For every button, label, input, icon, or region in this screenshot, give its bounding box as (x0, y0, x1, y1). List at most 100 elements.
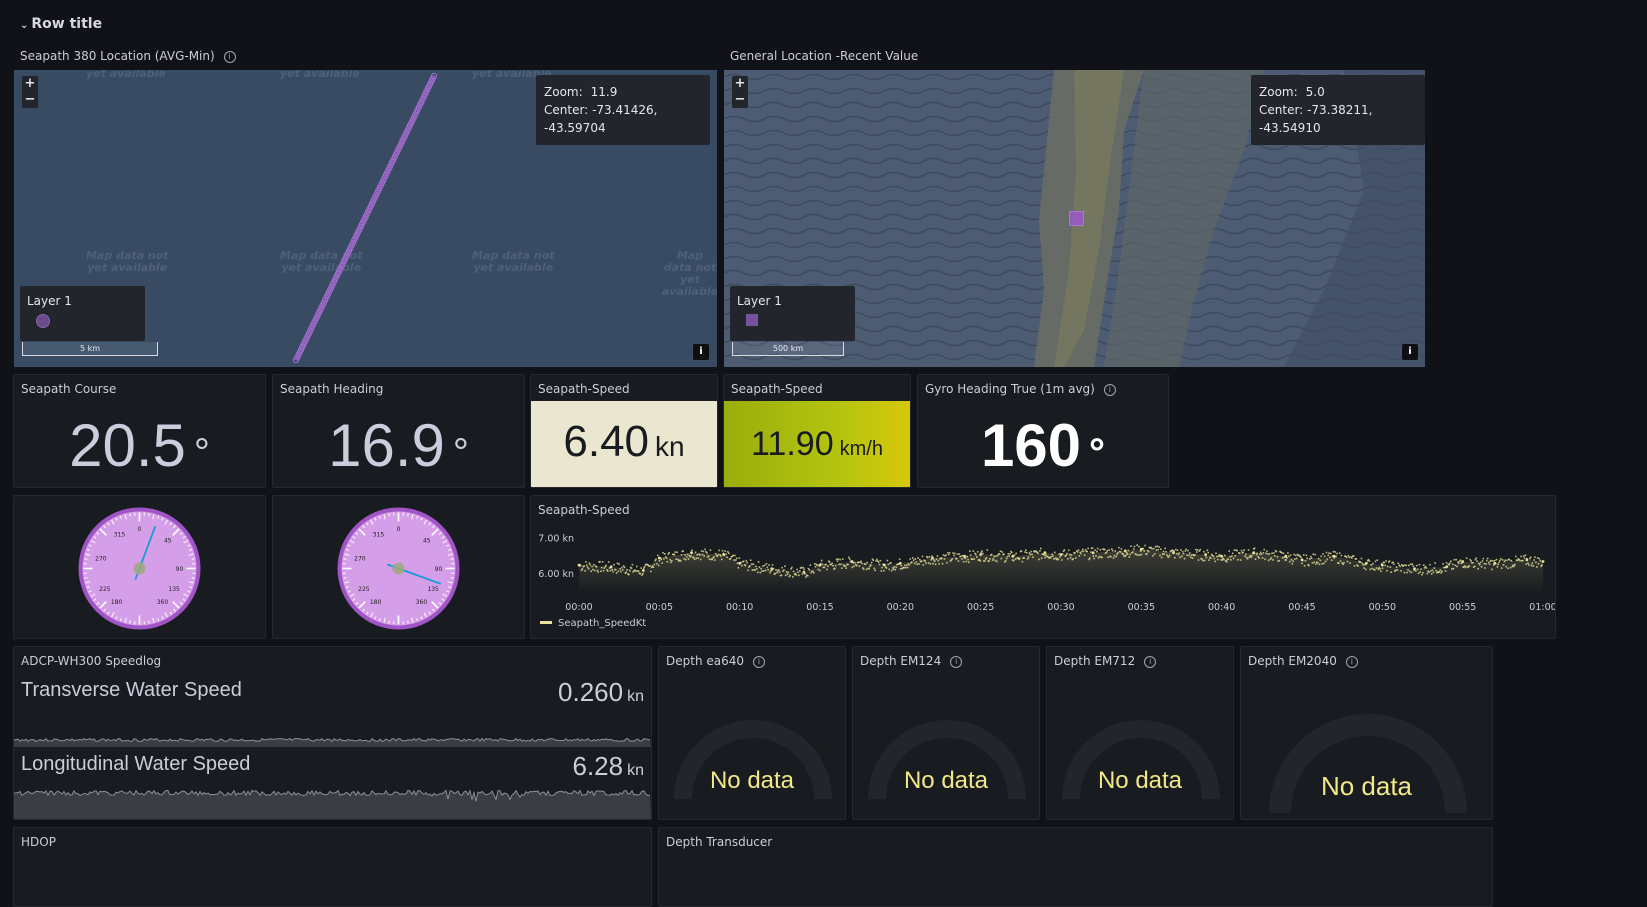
data-point (1022, 561, 1024, 563)
zoom-out-button[interactable]: − (732, 92, 748, 108)
zoom-out-button[interactable]: − (22, 92, 38, 108)
hdop-panel[interactable]: HDOP (13, 827, 652, 907)
data-point (615, 569, 617, 571)
info-icon[interactable]: i (950, 656, 962, 668)
data-point (1418, 573, 1420, 575)
info-icon[interactable]: i (1144, 656, 1156, 668)
stat-value: 20.5° (14, 411, 265, 480)
series-point (722, 553, 725, 556)
data-point (973, 550, 975, 552)
data-point (1449, 562, 1451, 564)
map-scale-bar: 500 km (732, 342, 844, 356)
compass-panel-course[interactable]: 04590135360180225270315 (13, 495, 266, 639)
data-point (1214, 561, 1216, 563)
attribution-button[interactable]: i (693, 344, 709, 360)
zoom-in-button[interactable]: + (22, 76, 38, 92)
data-point (1372, 563, 1374, 565)
data-point (1185, 550, 1187, 552)
data-point (643, 567, 645, 569)
row-title[interactable]: ⌄Row title (20, 16, 102, 32)
stat-seapath-speed-kmh[interactable]: Seapath-Speed 11.90km/h (723, 374, 911, 488)
data-point (1074, 552, 1076, 554)
data-point (1163, 551, 1165, 553)
series-point (899, 562, 902, 565)
vessel-position-marker[interactable] (1069, 211, 1084, 226)
data-point (1505, 566, 1507, 568)
data-point (1295, 555, 1297, 557)
timeseries-seapath-speed[interactable]: Seapath-Speed 6.00 kn7.00 kn00:0000:0500… (530, 495, 1556, 639)
info-icon[interactable]: i (1346, 656, 1358, 668)
data-point (802, 573, 804, 575)
info-icon[interactable]: i (224, 51, 236, 63)
data-point (1320, 556, 1322, 558)
data-point (988, 560, 990, 562)
data-point (1434, 567, 1436, 569)
data-point (1157, 549, 1159, 551)
data-point (591, 566, 593, 568)
data-point (824, 567, 826, 569)
gauge-depth-em2040[interactable]: Depth EM2040i No data (1240, 646, 1493, 820)
data-point (620, 571, 622, 573)
series-point (770, 567, 773, 570)
data-point (1492, 560, 1494, 562)
panel-title-map2: General Location -Recent Value (730, 49, 918, 63)
data-point (784, 565, 786, 567)
map-general-location[interactable]: + − Zoom:5.0 Center: -73.38211, -43.5491… (724, 70, 1425, 367)
data-point (1313, 553, 1315, 555)
stat-seapath-heading[interactable]: Seapath Heading 16.9° (272, 374, 525, 488)
attribution-button[interactable]: i (1402, 344, 1418, 360)
data-point (600, 571, 602, 573)
stat-seapath-speed-kn[interactable]: Seapath-Speed 6.40kn (530, 374, 718, 488)
data-point (1533, 565, 1535, 567)
data-point (1522, 560, 1524, 562)
data-point (1178, 552, 1180, 554)
legend-label: Seapath_SpeedKt (558, 618, 646, 629)
chart-legend[interactable]: Seapath_SpeedKt (540, 618, 646, 629)
series-point (1461, 560, 1464, 563)
data-point (1195, 549, 1197, 551)
data-point (700, 559, 702, 561)
stat-seapath-course[interactable]: Seapath Course 20.5° (13, 374, 266, 488)
adcp-speedlog-panel[interactable]: ADCP-WH300 Speedlog Transverse Water Spe… (13, 646, 652, 820)
data-point (845, 567, 847, 569)
zoom-in-button[interactable]: + (732, 76, 748, 92)
data-point (1011, 552, 1013, 554)
data-point (869, 566, 871, 568)
info-icon[interactable]: i (753, 656, 765, 668)
stat-gyro-heading[interactable]: Gyro Heading True (1m avg)i 160° (917, 374, 1169, 488)
data-point (887, 560, 889, 562)
gauge-depth-em124[interactable]: Depth EM124i No data (852, 646, 1040, 820)
data-point (1001, 551, 1003, 553)
data-point (1342, 564, 1344, 566)
data-point (1453, 568, 1455, 570)
x-tick-label: 00:20 (887, 602, 914, 613)
data-point (1114, 555, 1116, 557)
gauge-depth-ea640[interactable]: Depth ea640i No data (658, 646, 846, 820)
data-point (834, 568, 836, 570)
data-point (1160, 548, 1162, 550)
map-seapath-location[interactable]: yet available yet available yet availabl… (14, 70, 717, 367)
data-point (1317, 562, 1319, 564)
data-point (1306, 558, 1308, 560)
data-point (1037, 553, 1039, 555)
data-point (1335, 556, 1337, 558)
depth-transducer-panel[interactable]: Depth Transducer (658, 827, 1493, 907)
data-point (1151, 548, 1153, 550)
data-point (608, 561, 610, 563)
data-point (1183, 553, 1185, 555)
series-point (642, 569, 645, 572)
data-point (683, 558, 685, 560)
compass-panel-heading[interactable]: 04590135360180225270315 (272, 495, 525, 639)
compass-tick (84, 559, 87, 560)
compass-tick-label: 225 (99, 586, 111, 593)
gauge-depth-em712[interactable]: Depth EM712i No data (1046, 646, 1234, 820)
data-point (1027, 558, 1029, 560)
speed-chart[interactable]: 6.00 kn7.00 kn00:0000:0500:1000:1500:200… (531, 524, 1555, 616)
data-point (675, 558, 677, 560)
data-point (1156, 549, 1158, 551)
data-point (721, 559, 723, 561)
data-point (1450, 560, 1452, 562)
data-point (874, 568, 876, 570)
data-point (848, 557, 850, 559)
info-icon[interactable]: i (1104, 384, 1116, 396)
